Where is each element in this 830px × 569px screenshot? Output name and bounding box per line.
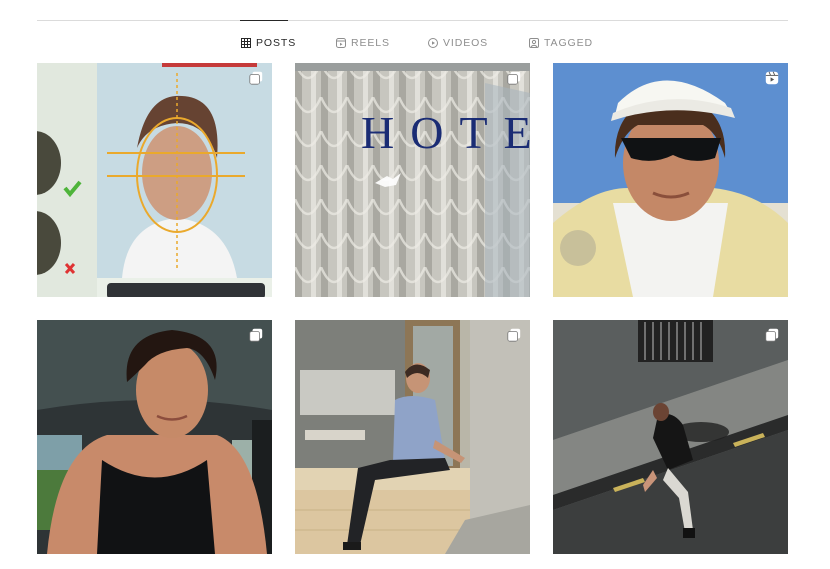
grid-icon bbox=[241, 38, 251, 48]
reel-icon bbox=[765, 71, 779, 85]
post-thumbnail[interactable]: HOTEL bbox=[295, 63, 530, 297]
post-image bbox=[37, 320, 272, 554]
active-tab-indicator bbox=[240, 20, 288, 21]
reels-icon bbox=[336, 38, 346, 48]
tab-tagged-label: TAGGED bbox=[544, 37, 593, 49]
carousel-icon bbox=[249, 71, 263, 85]
post-image: HOTEL bbox=[295, 63, 530, 297]
carousel-icon bbox=[765, 328, 779, 342]
tab-posts[interactable]: POSTS bbox=[241, 36, 296, 50]
post-thumbnail[interactable] bbox=[37, 320, 272, 554]
post-thumbnail[interactable] bbox=[553, 63, 788, 297]
svg-text:HOTEL: HOTEL bbox=[361, 107, 530, 158]
carousel-icon bbox=[507, 328, 521, 342]
carousel-icon bbox=[507, 71, 521, 85]
post-image bbox=[37, 63, 272, 297]
carousel-icon bbox=[249, 328, 263, 342]
tab-videos[interactable]: VIDEOS bbox=[428, 36, 488, 50]
post-thumbnail[interactable] bbox=[37, 63, 272, 297]
post-image bbox=[295, 320, 530, 554]
tab-reels-label: REELS bbox=[351, 37, 390, 49]
tag-icon bbox=[529, 38, 539, 48]
post-image bbox=[553, 320, 788, 554]
tab-videos-label: VIDEOS bbox=[443, 37, 489, 49]
post-thumbnail[interactable] bbox=[553, 320, 788, 554]
tab-divider bbox=[37, 20, 788, 21]
post-thumbnail[interactable] bbox=[295, 320, 530, 554]
tab-reels[interactable]: REELS bbox=[336, 36, 390, 50]
post-image bbox=[553, 63, 788, 297]
play-icon bbox=[428, 38, 438, 48]
tab-posts-label: POSTS bbox=[256, 37, 297, 49]
tab-tagged[interactable]: TAGGED bbox=[529, 36, 593, 50]
